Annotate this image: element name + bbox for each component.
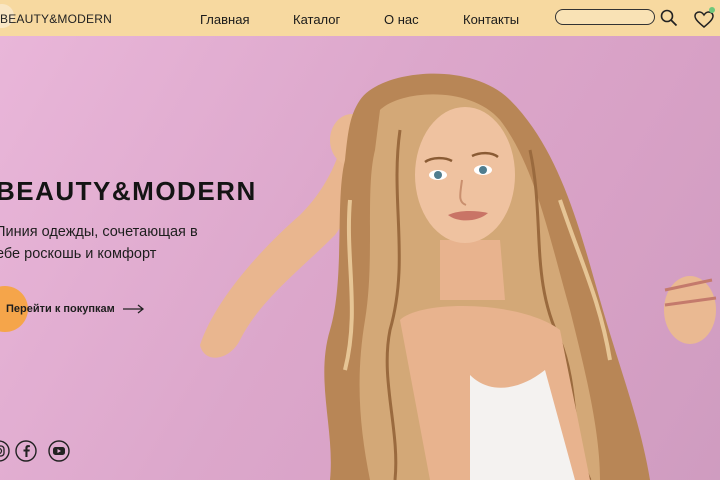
nav-contacts[interactable]: Контакты: [463, 12, 519, 27]
logo[interactable]: BEAUTY&MODERN: [0, 12, 112, 26]
facebook-icon[interactable]: [15, 440, 37, 462]
notification-dot: [709, 7, 715, 13]
heart-icon[interactable]: [694, 10, 714, 30]
arrow-right-icon: [122, 304, 144, 314]
shop-now-button[interactable]: Перейти к покупкам: [0, 286, 145, 332]
hero-subtitle: Линия одежды, сочетающая в ебе роскошь и…: [0, 221, 226, 265]
hero-title: BEAUTY&MODERN: [0, 176, 257, 206]
search-icon[interactable]: [660, 9, 678, 27]
hero-subtitle-line2: ебе роскошь и комфорт: [0, 246, 157, 262]
nav-catalog[interactable]: Каталог: [293, 12, 340, 27]
instagram-icon[interactable]: [0, 440, 10, 462]
youtube-icon[interactable]: [48, 440, 70, 462]
hero-subtitle-line1: Линия одежды, сочетающая в: [0, 224, 198, 240]
search-input[interactable]: [555, 9, 655, 25]
nav-about[interactable]: О нас: [384, 12, 419, 27]
cta-label: Перейти к покупкам: [6, 303, 115, 315]
nav-home[interactable]: Главная: [200, 12, 249, 27]
top-header: BEAUTY&MODERN Главная Каталог О нас Конт…: [0, 0, 720, 36]
page: BEAUTY&MODERN Главная Каталог О нас Конт…: [0, 0, 720, 480]
